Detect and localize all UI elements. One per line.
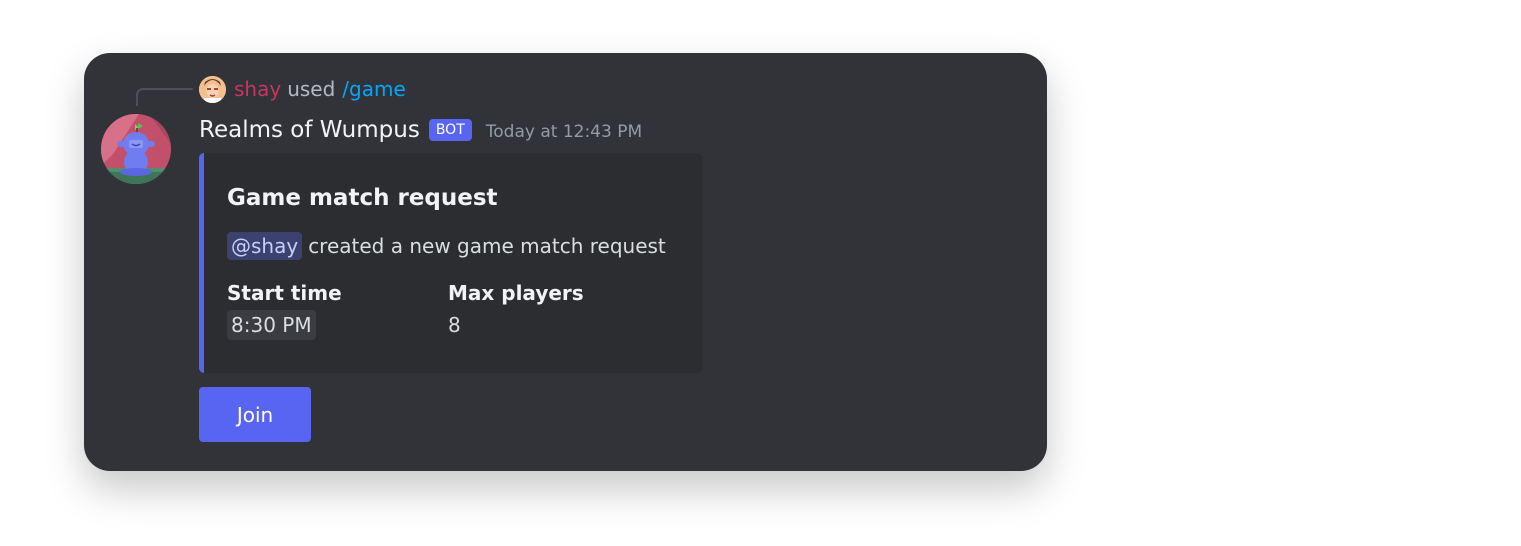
bot-avatar[interactable]	[101, 114, 171, 184]
embed-description: @shay created a new game match request	[227, 232, 666, 260]
timestamp-chip[interactable]: 8:30 PM	[227, 310, 316, 340]
field-max-players-value: 8	[448, 313, 461, 337]
field-max-players-label: Max players	[448, 281, 584, 305]
user-avatar-image	[199, 75, 226, 103]
field-start-time-value: 8:30 PM	[227, 310, 316, 340]
reply-command[interactable]: /game	[342, 77, 405, 101]
reply-username[interactable]: shay	[234, 77, 281, 101]
bot-username[interactable]: Realms of Wumpus	[199, 117, 420, 143]
message-timestamp: Today at 12:43 PM	[485, 122, 643, 142]
message-header: Realms of Wumpus BOT Today at 12:43 PM	[199, 114, 642, 146]
interaction-reply: shay used /game	[199, 75, 406, 103]
user-avatar-small[interactable]	[199, 75, 226, 103]
bot-badge: BOT	[428, 119, 472, 141]
field-start-time-label: Start time	[227, 281, 342, 305]
user-mention[interactable]: @shay	[227, 232, 303, 260]
embed-description-text: created a new game match request	[308, 234, 666, 258]
embed-title: Game match request	[227, 185, 498, 211]
reply-action: used	[287, 77, 336, 101]
wumpus-avatar-icon	[101, 114, 171, 184]
message-card: shay used /game Realms of Wumpus BOT Tod…	[84, 53, 1047, 471]
join-button[interactable]: Join	[199, 387, 311, 442]
embed-card: Game match request @shay created a new g…	[199, 153, 702, 373]
reply-connector	[136, 88, 193, 106]
